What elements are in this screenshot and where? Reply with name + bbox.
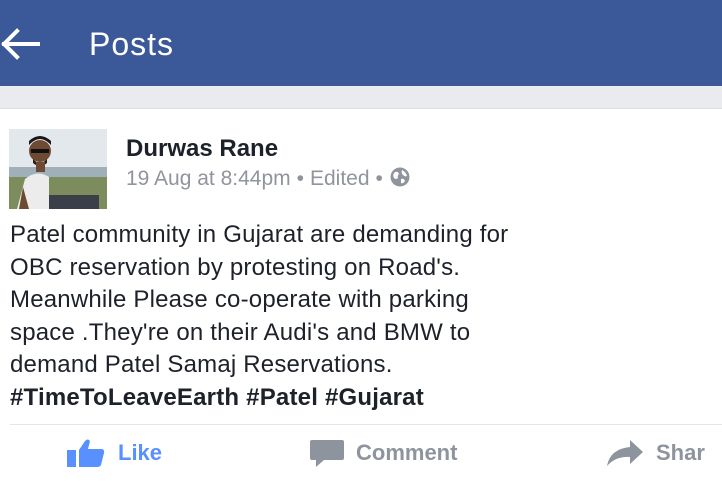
hashtag-link[interactable]: #Patel [246, 384, 318, 411]
thumbs-up-icon [66, 438, 118, 468]
like-button[interactable]: Like [66, 435, 162, 471]
post-meta: 19 Aug at 8:44pm • Edited • [126, 165, 411, 193]
hashtag-link[interactable]: #TimeToLeaveEarth [10, 384, 239, 411]
meta-separator: • [375, 167, 383, 190]
hashtags: #TimeToLeaveEarth #Patel #Gujarat [10, 382, 722, 415]
arrow-left-icon [0, 22, 44, 66]
globe-icon [389, 167, 411, 190]
share-button[interactable]: Shar [606, 435, 705, 471]
post-text-line: demand Patel Samaj Reservations. [10, 351, 393, 378]
avatar[interactable] [9, 129, 107, 209]
author-name[interactable]: Durwas Rane [126, 134, 278, 164]
post-text-line: Patel community in Gujarat are demanding… [10, 221, 509, 248]
like-label: Like [118, 440, 163, 465]
meta-separator: • [296, 167, 304, 190]
edited-label[interactable]: Edited [310, 167, 370, 190]
action-divider [10, 424, 722, 425]
post-timestamp[interactable]: 19 Aug at 8:44pm [126, 167, 291, 190]
comment-button[interactable]: Comment [310, 435, 457, 471]
comment-icon [310, 438, 356, 468]
post-card: Durwas Rane 19 Aug at 8:44pm • Edited • Pat… [0, 108, 722, 481]
post-text-line: Meanwhile Please co-operate with parking [10, 286, 469, 313]
post-text-line: space .They're on their Audi's and BMW t… [10, 318, 471, 346]
back-button[interactable] [0, 22, 44, 66]
page-title: Posts [89, 26, 175, 62]
comment-label: Comment [356, 440, 458, 465]
hashtag-link[interactable]: #Gujarat [325, 384, 424, 411]
share-label: Shar [656, 440, 705, 465]
post-text-line: OBC reservation by protesting on Road's. [10, 253, 461, 281]
post-body: Patel community in Gujarat are demanding… [10, 219, 722, 414]
top-app-bar: Posts [0, 0, 722, 86]
share-arrow-icon [606, 439, 656, 467]
